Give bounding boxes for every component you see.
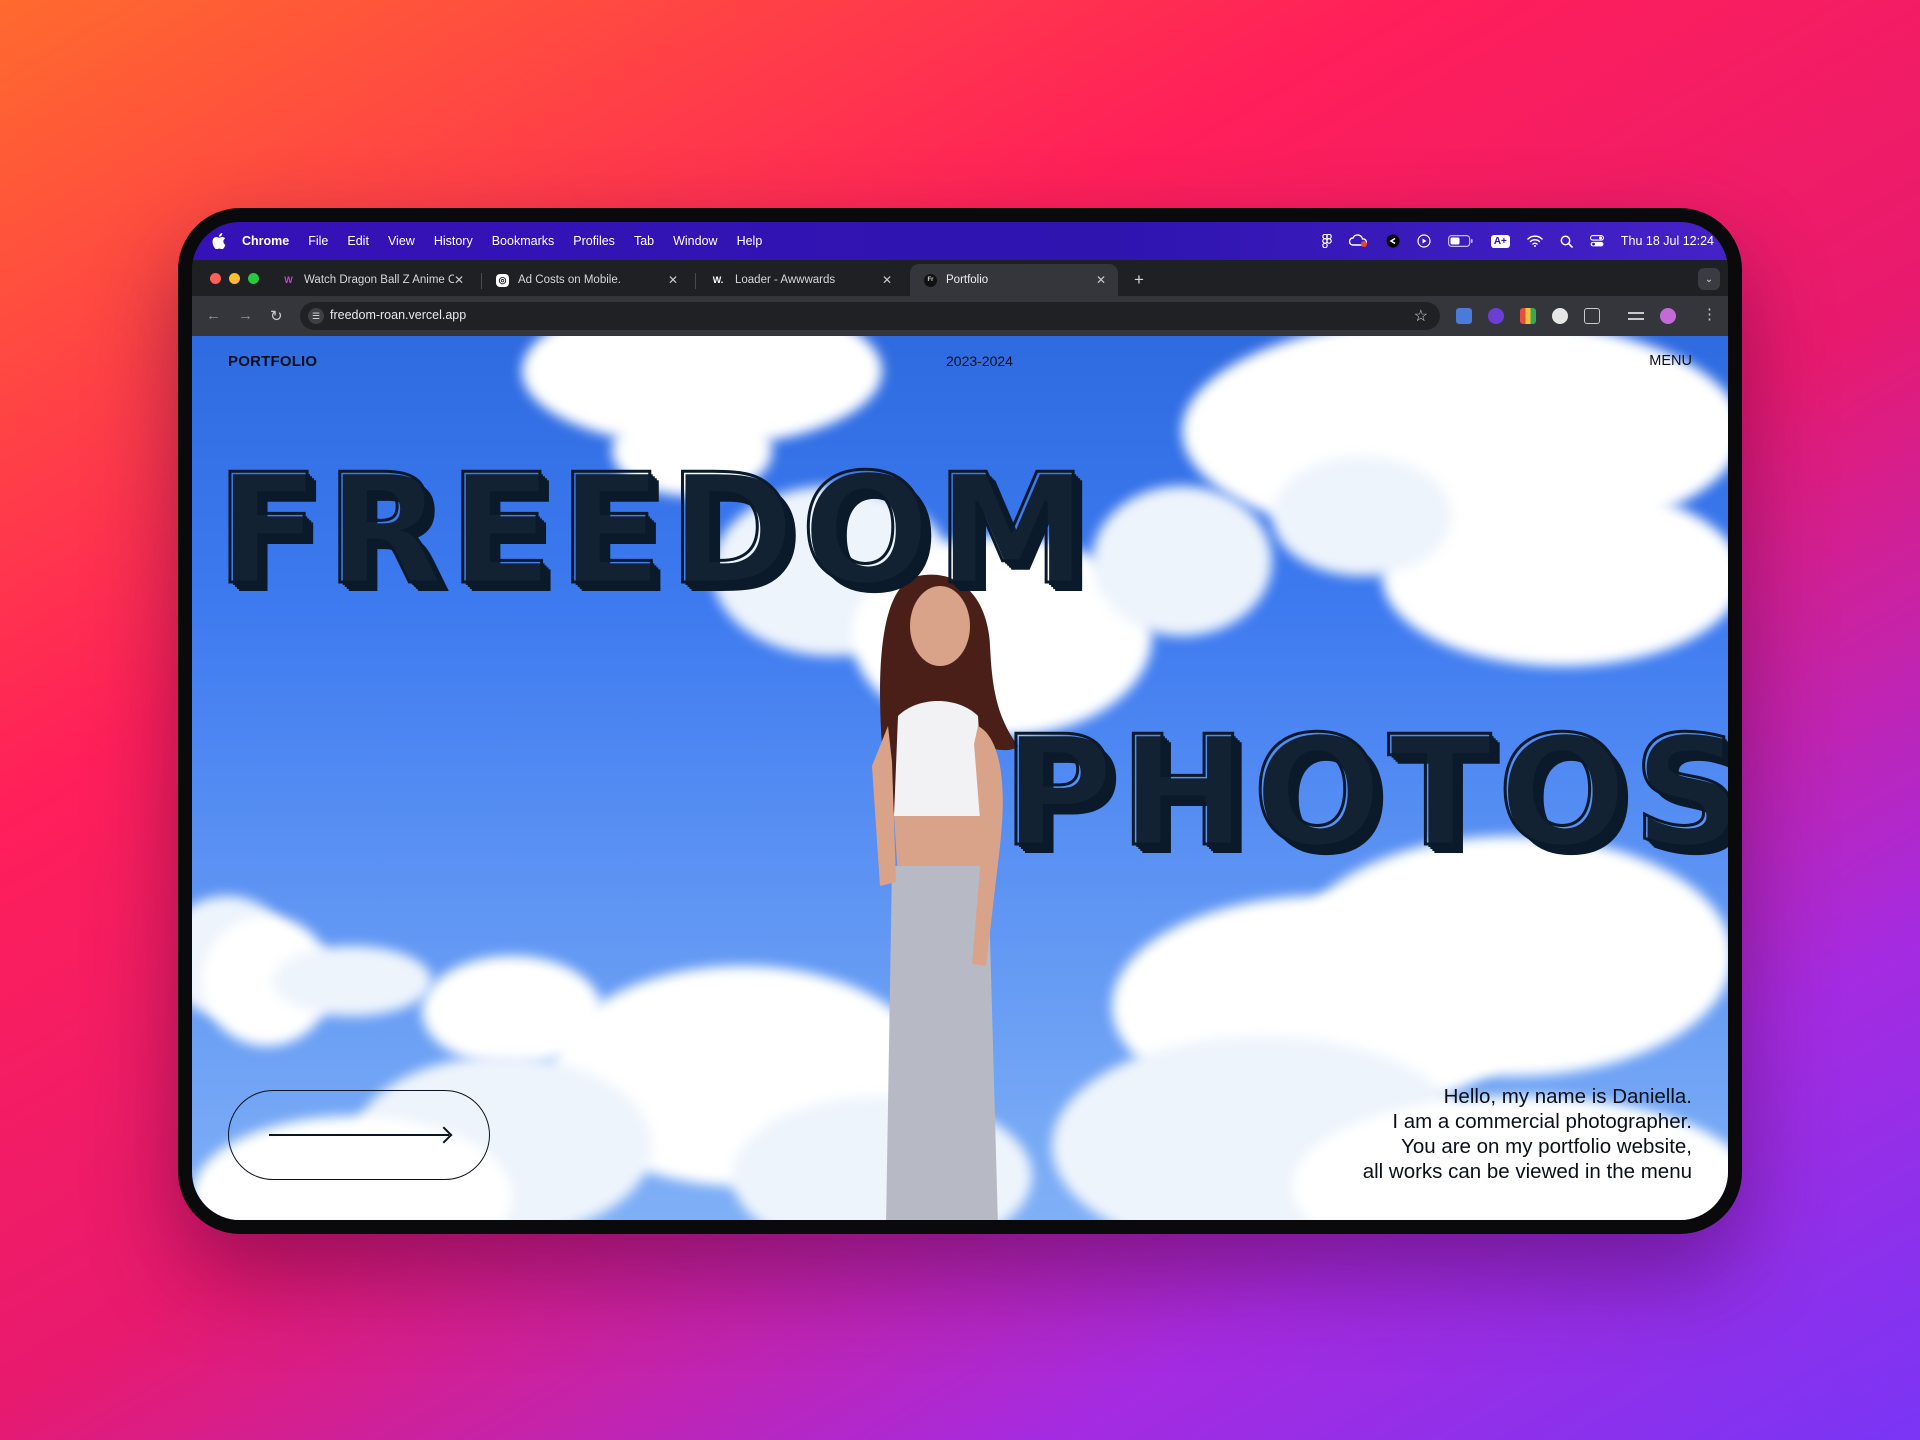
tab-title: Loader - Awwwards [735,274,836,286]
figma-icon[interactable] [1322,234,1332,248]
tab-title: Watch Dragon Ball Z Anime O [304,274,454,286]
bookmark-star-icon[interactable]: ☆ [1414,306,1428,326]
intro-text: Hello, my name is Daniella. I am a comme… [1363,1084,1692,1184]
app-icon[interactable] [1386,234,1400,248]
tab-portfolio[interactable]: Fr Portfolio ✕ [910,264,1118,296]
play-icon[interactable] [1417,234,1431,248]
window-controls [210,273,259,284]
menu-tab[interactable]: Tab [634,234,654,248]
color-extension-icon[interactable] [1520,308,1536,324]
tab-search-button[interactable]: ⌄ [1698,268,1720,290]
close-tab-icon[interactable]: ✕ [1096,273,1106,287]
headline-photos: PHOTOS [1000,703,1728,880]
menu-datetime[interactable]: Thu 18 Jul 12:24 [1621,234,1714,248]
tab-loader-awwwards[interactable]: W. Loader - Awwwards ✕ [696,264,904,296]
menu-app-name[interactable]: Chrome [242,234,289,248]
keyboard-input-icon[interactable]: A+ [1490,234,1510,248]
chrome-menu-icon[interactable]: ⋮ [1702,305,1717,323]
menu-edit[interactable]: Edit [347,234,369,248]
address-bar[interactable]: ☰ freedom-roan.vercel.app ☆ [300,302,1440,330]
spotlight-search-icon[interactable] [1560,235,1573,248]
tab-favicon: W [284,275,293,285]
menu-window[interactable]: Window [673,234,717,248]
intro-line: Hello, my name is Daniella. [1443,1085,1692,1108]
site-settings-icon[interactable]: ☰ [308,308,324,324]
menu-button[interactable]: MENU [1649,353,1692,369]
menu-help[interactable]: Help [737,234,763,248]
intro-line: I am a commercial photographer. [1392,1110,1692,1133]
web-page: PORTFOLIO 2023-2024 MENU FREEDOM PHOTOS … [192,336,1728,1220]
close-tab-icon[interactable]: ✕ [668,273,678,287]
menu-file[interactable]: File [308,234,328,248]
fox-extension-icon[interactable] [1552,308,1568,324]
back-icon[interactable]: ← [206,307,221,324]
minimize-window-button[interactable] [229,273,240,284]
close-window-button[interactable] [210,273,221,284]
screen: Chrome File Edit View History Bookmarks … [192,222,1728,1220]
photo-subject [872,574,1018,1220]
tablet-frame: Chrome File Edit View History Bookmarks … [178,208,1742,1234]
creative-cloud-icon[interactable] [1348,234,1369,248]
extensions-puzzle-icon[interactable] [1584,308,1600,324]
tab-title: Ad Costs on Mobile. [518,274,621,286]
reload-icon[interactable]: ↻ [270,307,283,325]
menu-profiles[interactable]: Profiles [573,234,615,248]
menu-bookmarks[interactable]: Bookmarks [492,234,555,248]
control-center-icon[interactable] [1589,235,1604,247]
apple-icon[interactable] [212,233,226,249]
zoom-window-button[interactable] [248,273,259,284]
year-range: 2023-2024 [946,353,1013,369]
tab-title: Portfolio [946,274,989,286]
reading-list-icon[interactable] [1628,312,1644,320]
tab-strip: W Watch Dragon Ball Z Anime O ✕ ◎ Ad Cos… [192,260,1728,296]
intro-line: You are on my portfolio website, [1401,1135,1692,1158]
tab-favicon: Fr [924,273,937,287]
mac-menu-bar: Chrome File Edit View History Bookmarks … [192,222,1728,260]
headline-freedom: FREEDOM [214,441,1094,618]
close-tab-icon[interactable]: ✕ [454,273,464,287]
extension-badge-icon[interactable] [1488,308,1504,324]
browser-toolbar: ← → ↻ ☰ freedom-roan.vercel.app ☆ ⋮ [192,296,1728,336]
forward-icon[interactable]: → [238,307,253,324]
intro-line: all works can be viewed in the menu [1362,1160,1692,1183]
arrow-right-icon [269,1134,449,1136]
translate-extension-icon[interactable] [1456,308,1472,324]
tab-dragon-ball[interactable]: W Watch Dragon Ball Z Anime O ✕ [268,264,476,296]
url-text[interactable]: freedom-roan.vercel.app [330,308,466,322]
new-tab-button[interactable]: + [1134,270,1144,290]
menu-history[interactable]: History [434,234,473,248]
tab-favicon: ◎ [496,273,509,287]
tab-favicon: W. [712,275,724,285]
status-area: A+ Thu 18 Jul 12:24 [1322,222,1714,260]
menu-view[interactable]: View [388,234,415,248]
tab-ad-costs[interactable]: ◎ Ad Costs on Mobile. ✕ [482,264,690,296]
battery-icon[interactable] [1447,235,1474,247]
close-tab-icon[interactable]: ✕ [882,273,892,287]
wifi-icon[interactable] [1527,235,1543,247]
arrow-cta-button[interactable] [228,1090,490,1180]
profile-avatar[interactable] [1660,308,1676,324]
site-logo[interactable]: PORTFOLIO [228,353,317,370]
